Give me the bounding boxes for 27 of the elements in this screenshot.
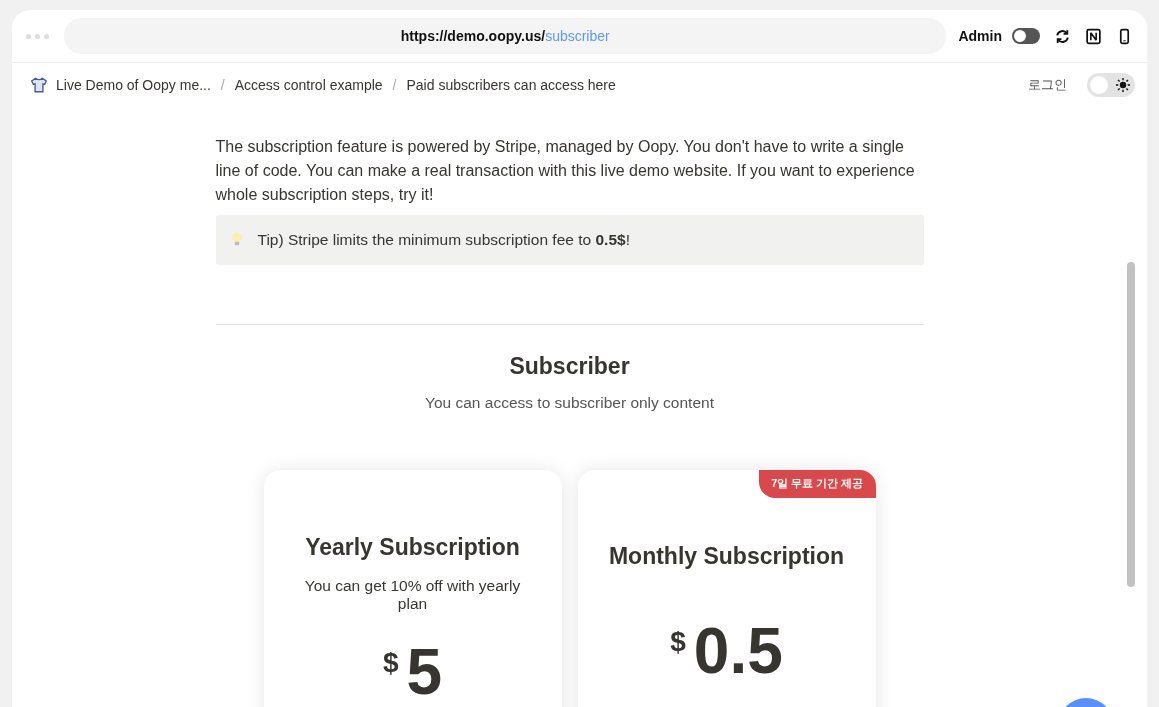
notion-logo-icon[interactable] [1085,27,1102,45]
plan-price: 0.5 [693,614,783,688]
admin-label: Admin [958,28,1002,44]
plan-description: You can get 10% off with yearly plan [303,577,522,613]
scrollbar-thumb[interactable] [1127,262,1135,587]
address-bar[interactable]: https://demo.oopy.us/subscriber [64,18,947,54]
breadcrumb-link[interactable]: Access control example [234,77,383,93]
plan-title: Monthly Subscription [608,543,845,570]
shirt-icon [30,76,48,94]
login-link[interactable]: 로그인 [1028,76,1067,94]
admin-toggle[interactable] [1012,28,1040,44]
theme-toggle[interactable] [1087,73,1135,97]
breadcrumb-link[interactable]: Paid subscribers can access here [406,77,616,93]
breadcrumb-separator: / [220,77,225,93]
plan-price: 5 [406,635,443,707]
sun-icon [1115,77,1131,93]
breadcrumb-separator: / [392,77,397,93]
section-title: Subscriber [509,353,630,380]
currency-symbol: $ [382,647,399,679]
currency-symbol: $ [670,626,686,658]
tip-text: Tip) Stripe limits the minimum subscription fee to 0.5$! [257,231,630,249]
breadcrumb-link[interactable]: Live Demo of Oopy me... [56,77,211,93]
plan-title: Yearly Subscription [305,534,520,561]
trial-badge: 7일 무료 기간 제공 [759,470,876,498]
intro-paragraph: The subscription feature is powered by Stripe, managed by Oopy. You don't have to write a single line of code. You can make a real transaction with this live demo website. If you want to experience whole subscription steps, try it! [215,137,916,205]
section-subtitle: You can access to subscriber only content [425,394,714,412]
refresh-icon[interactable] [1054,27,1071,45]
